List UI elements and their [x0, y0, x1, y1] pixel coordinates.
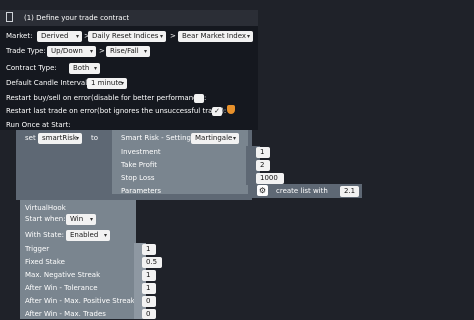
contract-type-value: Both	[73, 64, 90, 72]
check-icon: ✓	[214, 107, 220, 115]
restart-last-checkbox[interactable]: ✓	[212, 107, 222, 116]
contract-type-dropdown[interactable]: Both ▾	[69, 63, 100, 74]
chevron-down-icon: ▾	[232, 135, 236, 142]
chevron-down-icon: ▾	[246, 33, 250, 40]
symbol-dropdown[interactable]: Bear Market Index ▾	[178, 31, 253, 42]
chevron-down-icon: ▾	[143, 48, 147, 55]
with-state-dropdown[interactable]: Enabled ▾	[66, 230, 110, 241]
chevron-down-icon: ▾	[120, 80, 124, 87]
trigger-input[interactable]: 1	[142, 244, 156, 255]
restart-last-label: Restart last trade on error	[6, 107, 98, 115]
investment-input[interactable]: 1	[256, 147, 270, 158]
contract-type-label: Contract Type:	[6, 64, 57, 72]
candle-interval-dropdown[interactable]: 1 minute ▾	[87, 78, 127, 89]
warning-icon	[227, 105, 235, 114]
document-icon	[6, 12, 13, 22]
candle-interval-label: Default Candle Interval:	[6, 79, 90, 87]
chevron-down-icon: ▾	[103, 232, 107, 239]
set-label: set	[25, 134, 36, 142]
trade-type-separator: >	[99, 47, 105, 55]
investment-label: Investment	[121, 148, 161, 156]
chevron-down-icon: ▾	[75, 33, 79, 40]
start-when-label: Start when:	[25, 215, 66, 223]
restart-error-label: Restart buy/sell on error	[6, 94, 91, 102]
start-when-dropdown[interactable]: Win ▾	[66, 214, 96, 225]
risk-mode-dropdown[interactable]: Martingale ▾	[191, 133, 239, 144]
after-win-max-positive-streak-input[interactable]: 0	[142, 296, 156, 307]
trade-subtype-value: Rise/Fall	[110, 47, 139, 55]
take-profit-input[interactable]: 2	[256, 160, 270, 171]
trigger-label: Trigger	[25, 245, 50, 253]
fixed-stake-input[interactable]: 0.5	[142, 257, 162, 268]
chevron-down-icon: ▾	[89, 216, 93, 223]
trade-subtype-dropdown[interactable]: Rise/Fall ▾	[106, 46, 150, 57]
variable-dropdown[interactable]: smartRisk ▾	[38, 133, 82, 144]
list-value-input[interactable]: 2.1	[340, 186, 359, 197]
to-label: to	[91, 134, 99, 142]
start-when-value: Win	[70, 215, 84, 223]
submarket-dropdown[interactable]: Daily Reset Indices ▾	[88, 31, 166, 42]
restart-error-checkbox[interactable]	[194, 94, 204, 103]
take-profit-label: Take Profit	[121, 161, 158, 169]
max-negative-streak-label: Max. Negative Streak	[25, 271, 101, 279]
symbol-value: Bear Market Index	[182, 32, 247, 40]
fixed-stake-label: Fixed Stake	[25, 258, 65, 266]
gear-icon[interactable]: ⚙	[257, 185, 268, 196]
after-win-tolerance-input[interactable]: 1	[142, 283, 156, 294]
chevron-down-icon: ▾	[89, 48, 93, 55]
virtual-hook-title: VirtualHook	[25, 204, 66, 212]
after-win-tolerance-label: After Win - Tolerance	[25, 284, 98, 292]
max-negative-streak-input[interactable]: 1	[142, 270, 156, 281]
stop-loss-label: Stop Loss	[121, 174, 155, 182]
parameters-label: Parameters	[121, 187, 162, 195]
trade-type-label: Trade Type:	[6, 47, 46, 55]
with-state-label: With State:	[25, 231, 65, 239]
restart-last-note: (bot ignores the unsuccessful trade):	[97, 107, 227, 115]
restart-error-note: (disable for better performance):	[91, 94, 207, 102]
market-label: Market:	[6, 32, 33, 40]
chevron-down-icon: ▾	[75, 135, 79, 142]
chevron-down-icon: ▾	[159, 33, 163, 40]
smart-risk-title: Smart Risk - Settings	[121, 134, 195, 142]
submarket-value: Daily Reset Indices	[92, 32, 159, 40]
block-title: (1) Define your trade contract	[24, 14, 130, 22]
market-dropdown[interactable]: Derived ▾	[37, 31, 82, 42]
with-state-value: Enabled	[70, 231, 99, 239]
after-win-max-positive-streak-label: After Win - Max. Positive Streak	[25, 297, 135, 305]
chevron-down-icon: ▾	[93, 65, 97, 72]
variable-value: smartRisk	[42, 134, 77, 142]
after-win-max-trades-label: After Win - Max. Trades	[25, 310, 106, 318]
after-win-max-trades-input[interactable]: 0	[142, 309, 156, 319]
trade-type-dropdown[interactable]: Up/Down ▾	[47, 46, 96, 57]
stop-loss-input[interactable]: 1000	[256, 173, 284, 184]
market-value: Derived	[41, 32, 69, 40]
market-separator-2: >	[170, 32, 176, 40]
candle-interval-value: 1 minute	[91, 79, 123, 87]
trade-type-value: Up/Down	[51, 47, 83, 55]
create-list-label: create list with	[276, 187, 328, 195]
risk-mode-value: Martingale	[195, 134, 233, 142]
